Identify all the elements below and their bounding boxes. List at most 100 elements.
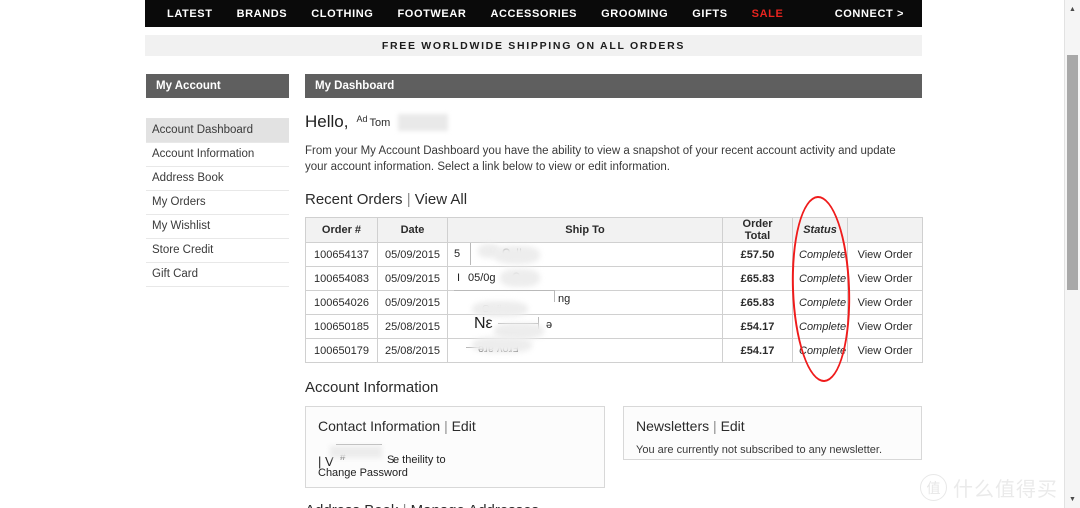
orders-table-body: 100654137 05/09/2015 5 O ΙΙ £57.50 [305, 242, 923, 363]
cell-date: 25/08/2015 [377, 338, 448, 363]
nav-item-grooming[interactable]: GROOMING [589, 8, 680, 20]
cell-order-number: 100654137 [305, 242, 378, 267]
cell-order-number: 100654026 [305, 290, 378, 315]
page-root: LATEST BRANDS CLOTHING FOOTWEAR ACCESSOR… [0, 0, 1080, 508]
newsletters-box-title: Newsletters | Edit [636, 418, 909, 434]
nav-item-sale[interactable]: SALE [740, 8, 796, 20]
newsletters-box-separator: | [713, 418, 717, 434]
ship-rule-top [454, 289, 554, 291]
vertical-scrollbar[interactable]: ▲ ▼ [1064, 0, 1080, 508]
cell-date: 25/08/2015 [377, 314, 448, 339]
newsletters-box-label: Newsletters [636, 418, 710, 434]
sidebar-menu: Account Dashboard Account Information Ad… [146, 118, 289, 287]
contact-box-title: Contact Information | Edit [318, 418, 592, 434]
newsletters-box: Newsletters | Edit You are currently not… [623, 406, 922, 460]
nav-item-clothing[interactable]: CLOTHING [299, 8, 385, 20]
main-content: My Dashboard Hello, Ad Tom From your My … [305, 74, 923, 508]
watermark-logo-icon: 值 [920, 474, 947, 501]
ship-rule-vertical [470, 242, 471, 265]
cell-ship-to-redacted: Ι 05/0g O [447, 266, 723, 291]
nav-item-gifts[interactable]: GIFTS [680, 8, 739, 20]
contact-smudge-1 [330, 446, 382, 458]
table-row[interactable]: 100654083 05/09/2015 Ι 05/0g O £65.83 Co… [305, 266, 923, 291]
recent-orders-table: Order # Date Ship To Order Total Status … [305, 217, 923, 363]
sidebar: My Account Account Dashboard Account Inf… [146, 74, 289, 287]
cell-order-number: 100650185 [305, 314, 378, 339]
dashboard-intro-text: From your My Account Dashboard you have … [305, 145, 896, 173]
sidebar-item-my-wishlist[interactable]: My Wishlist [146, 215, 289, 239]
scroll-down-arrow-icon[interactable]: ▼ [1065, 492, 1080, 506]
address-book-title: Address Book | Manage Addresses [305, 502, 922, 508]
sidebar-item-account-information[interactable]: Account Information [146, 143, 289, 167]
nav-item-connect[interactable]: CONNECT > [835, 8, 910, 20]
contact-details-redacted: | V # S e theility to Change Password [318, 444, 592, 479]
view-order-button[interactable]: View Order [847, 290, 923, 315]
cell-ship-to-redacted: ǝɹɐ ʌoɹℲ [447, 336, 723, 363]
view-order-button[interactable]: View Order [847, 242, 923, 267]
sidebar-item-account-dashboard[interactable]: Account Dashboard [146, 119, 289, 143]
address-book-separator: | [403, 502, 407, 508]
table-row[interactable]: 100650185 25/08/2015 Nε ǝ £54.17 Complet… [305, 314, 923, 339]
sidebar-heading: My Account [146, 74, 289, 98]
newsletters-status-text: You are currently not subscribed to any … [636, 444, 883, 456]
cell-ship-to-redacted: 5 O ΙΙ [447, 242, 723, 267]
ship-to-obscured-group: ǝɹɐ ʌoɹℲ [454, 336, 716, 361]
ship-to-obscured-group: ng Or # [454, 289, 716, 317]
shipping-banner-text: FREE WORLDWIDE SHIPPING ON ALL ORDERS [381, 39, 686, 52]
greeting-row: Hello, Ad Tom [305, 110, 922, 132]
ship-rule-vertical [554, 289, 555, 302]
orders-header-row: Order # Date Ship To Order Total Status [305, 217, 923, 243]
greeting-blur-overlay [398, 114, 449, 131]
newsletters-edit-link[interactable]: Edit [721, 418, 745, 434]
ship-fragment-2: 05/0g [468, 271, 496, 284]
view-order-button[interactable]: View Order [847, 338, 923, 363]
view-order-button[interactable]: View Order [847, 266, 923, 291]
status-badge: Complete [792, 290, 848, 315]
nav-item-footwear[interactable]: FOOTWEAR [385, 8, 478, 20]
status-badge: Complete [792, 242, 848, 267]
ship-smudge-1 [500, 268, 540, 287]
recent-orders-view-all-link[interactable]: View All [415, 191, 467, 208]
view-order-label: View Order [857, 320, 913, 333]
orders-table-head: Order # Date Ship To Order Total Status [305, 217, 923, 243]
change-password-link[interactable]: Change Password [318, 467, 408, 479]
view-order-label: View Order [857, 272, 913, 285]
status-badge: Complete [792, 338, 848, 363]
manage-addresses-link[interactable]: Manage Addresses [411, 502, 539, 508]
greeting-username-redacted: Ad Tom [356, 114, 449, 132]
header-order-total: Order Total [722, 217, 793, 243]
header-order-number: Order # [305, 217, 378, 243]
ship-to-obscured-group: 5 O ΙΙ [454, 242, 716, 265]
nav-item-latest[interactable]: LATEST [155, 8, 225, 20]
table-row[interactable]: 100654026 05/09/2015 ng Or # £65.83 Comp… [305, 289, 923, 317]
scrollbar-thumb[interactable] [1067, 55, 1078, 290]
scroll-up-arrow-icon[interactable]: ▲ [1065, 2, 1080, 16]
cell-order-total: £54.17 [722, 338, 793, 363]
cell-order-number: 100650179 [305, 338, 378, 363]
sidebar-item-my-orders[interactable]: My Orders [146, 191, 289, 215]
cell-ship-to-redacted: ng Or # [447, 289, 723, 317]
status-badge: Complete [792, 314, 848, 339]
recent-orders-title: Recent Orders | View All [305, 191, 922, 208]
view-order-label: View Order [857, 296, 913, 309]
sidebar-item-store-credit[interactable]: Store Credit [146, 239, 289, 263]
address-book-label: Address Book [305, 502, 398, 508]
table-row[interactable]: 100650179 25/08/2015 ǝɹɐ ʌoɹℲ £54.17 Com… [305, 336, 923, 363]
sidebar-item-gift-card[interactable]: Gift Card [146, 263, 289, 287]
contact-box-label: Contact Information [318, 418, 441, 434]
ship-fragment-1: ng [558, 292, 571, 305]
cell-ship-to-redacted: Nε ǝ [447, 314, 723, 339]
nav-item-accessories[interactable]: ACCESSORIES [478, 8, 589, 20]
table-row[interactable]: 100654137 05/09/2015 5 O ΙΙ £57.50 [305, 242, 923, 267]
recent-orders-separator: | [406, 191, 411, 208]
account-information-title: Account Information [305, 379, 439, 396]
cell-date: 05/09/2015 [377, 266, 448, 291]
view-order-label: View Order [857, 344, 913, 357]
header-date: Date [377, 217, 448, 243]
contact-edit-link[interactable]: Edit [452, 418, 476, 434]
sidebar-item-address-book[interactable]: Address Book [146, 167, 289, 191]
header-ship-to: Ship To [447, 217, 723, 243]
view-order-button[interactable]: View Order [847, 314, 923, 339]
nav-item-brands[interactable]: BRANDS [225, 8, 300, 20]
ship-fragment-2: ǝ [546, 318, 553, 331]
